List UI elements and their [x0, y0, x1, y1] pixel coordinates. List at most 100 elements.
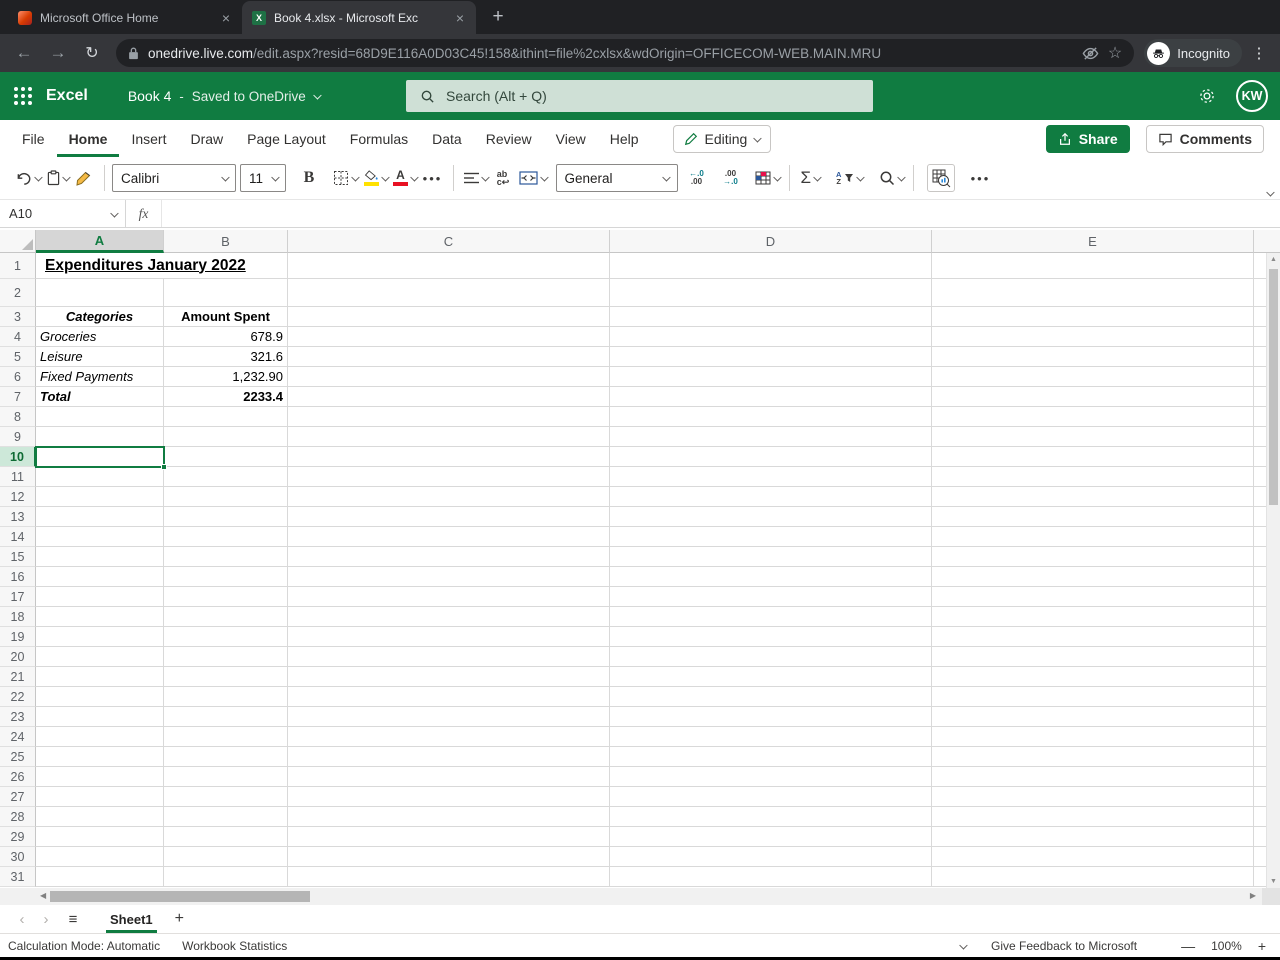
cell-C11[interactable] — [288, 467, 610, 487]
cell-A20[interactable] — [36, 647, 164, 667]
cell-B2[interactable] — [164, 279, 288, 307]
cell-D11[interactable] — [610, 467, 932, 487]
cell-C28[interactable] — [288, 807, 610, 827]
url-text[interactable]: onedrive.live.com/edit.aspx?resid=68D9E1… — [148, 46, 1073, 61]
share-button[interactable]: Share — [1045, 124, 1130, 153]
row-header-8[interactable]: 8 — [0, 407, 36, 427]
cell-B12[interactable] — [164, 487, 288, 507]
number-format-select[interactable]: General — [555, 164, 678, 192]
cell-E7[interactable] — [932, 387, 1254, 407]
row-header-7[interactable]: 7 — [0, 387, 36, 407]
row-header-28[interactable]: 28 — [0, 807, 36, 827]
cell-E10[interactable] — [932, 447, 1254, 467]
ribbon-tab-review[interactable]: Review — [474, 120, 544, 157]
cell-E8[interactable] — [932, 407, 1254, 427]
column-header-C[interactable]: C — [288, 230, 610, 253]
cell-C31[interactable] — [288, 867, 610, 887]
cell-D13[interactable] — [610, 507, 932, 527]
sheet-tab-sheet1[interactable]: Sheet1 — [106, 905, 157, 933]
cell-A21[interactable] — [36, 667, 164, 687]
cell-E27[interactable] — [932, 787, 1254, 807]
add-sheet-button[interactable]: + — [175, 910, 184, 928]
cell-B29[interactable] — [164, 827, 288, 847]
insert-function-button[interactable]: fx — [126, 200, 162, 227]
cell-C25[interactable] — [288, 747, 610, 767]
chevron-down-icon[interactable] — [351, 173, 360, 182]
cell-B19[interactable] — [164, 627, 288, 647]
cell-D3[interactable] — [610, 307, 932, 327]
cell-D15[interactable] — [610, 547, 932, 567]
font-color-button[interactable]: A — [390, 163, 420, 193]
cell-B15[interactable] — [164, 547, 288, 567]
row-header-16[interactable]: 16 — [0, 567, 36, 587]
cell-D20[interactable] — [610, 647, 932, 667]
row-header-19[interactable]: 19 — [0, 627, 36, 647]
cell-E24[interactable] — [932, 727, 1254, 747]
cell-B24[interactable] — [164, 727, 288, 747]
tab-close-icon[interactable]: × — [452, 10, 468, 26]
cell-C22[interactable] — [288, 687, 610, 707]
document-name[interactable]: Book 4 — [128, 88, 172, 104]
cell-B9[interactable] — [164, 427, 288, 447]
cell-C6[interactable] — [288, 367, 610, 387]
cell-E19[interactable] — [932, 627, 1254, 647]
cell-E4[interactable] — [932, 327, 1254, 347]
cell-D1[interactable] — [610, 253, 932, 279]
chevron-down-icon[interactable] — [813, 173, 822, 182]
cell-A30[interactable] — [36, 847, 164, 867]
row-header-23[interactable]: 23 — [0, 707, 36, 727]
row-header-25[interactable]: 25 — [0, 747, 36, 767]
ribbon-tab-insert[interactable]: Insert — [119, 120, 178, 157]
cell-B20[interactable] — [164, 647, 288, 667]
cell-D18[interactable] — [610, 607, 932, 627]
cell-E28[interactable] — [932, 807, 1254, 827]
cell-B13[interactable] — [164, 507, 288, 527]
cell-B6[interactable]: 1,232.90 — [164, 367, 288, 387]
cell-C17[interactable] — [288, 587, 610, 607]
previous-sheet-icon[interactable]: ‹ — [10, 911, 34, 928]
cell-A9[interactable] — [36, 427, 164, 447]
active-cell-selection[interactable] — [35, 446, 167, 470]
cell-E12[interactable] — [932, 487, 1254, 507]
chevron-down-icon[interactable] — [897, 173, 906, 182]
eye-off-icon[interactable] — [1082, 45, 1099, 62]
bold-button[interactable]: B — [296, 163, 322, 193]
cell-E31[interactable] — [932, 867, 1254, 887]
undo-button[interactable] — [12, 163, 44, 193]
tab-close-icon[interactable]: × — [218, 10, 234, 26]
cell-C29[interactable] — [288, 827, 610, 847]
cell-E9[interactable] — [932, 427, 1254, 447]
chevron-down-icon[interactable] — [540, 173, 549, 182]
cell-C18[interactable] — [288, 607, 610, 627]
row-header-4[interactable]: 4 — [0, 327, 36, 347]
font-name-select[interactable]: Calibri — [112, 164, 236, 192]
cell-D26[interactable] — [610, 767, 932, 787]
cell-B5[interactable]: 321.6 — [164, 347, 288, 367]
browser-tab-excel[interactable]: X Book 4.xlsx - Microsoft Exc × — [242, 1, 476, 34]
cell-D22[interactable] — [610, 687, 932, 707]
cell-A11[interactable] — [36, 467, 164, 487]
reload-icon[interactable]: ↻ — [78, 43, 106, 63]
cell-C30[interactable] — [288, 847, 610, 867]
ribbon-tab-help[interactable]: Help — [598, 120, 651, 157]
cell-D2[interactable] — [610, 279, 932, 307]
browser-menu-icon[interactable]: ⋮ — [1248, 44, 1270, 62]
cell-A1[interactable]: Expenditures January 2022 — [36, 253, 246, 279]
status-chevron-icon[interactable] — [959, 940, 967, 949]
column-header-A[interactable]: A — [36, 230, 164, 253]
cell-D31[interactable] — [610, 867, 932, 887]
app-launcher-icon[interactable] — [0, 87, 46, 105]
cell-B11[interactable] — [164, 467, 288, 487]
zoom-out-button[interactable]: — — [1181, 938, 1195, 954]
row-header-9[interactable]: 9 — [0, 427, 36, 447]
cell-D6[interactable] — [610, 367, 932, 387]
row-header-2[interactable]: 2 — [0, 279, 36, 307]
cell-C2[interactable] — [288, 279, 610, 307]
cell-E13[interactable] — [932, 507, 1254, 527]
chevron-down-icon[interactable] — [62, 173, 70, 182]
fill-color-button[interactable] — [361, 163, 391, 193]
cell-D16[interactable] — [610, 567, 932, 587]
cell-A26[interactable] — [36, 767, 164, 787]
cell-A24[interactable] — [36, 727, 164, 747]
cell-C1[interactable] — [288, 253, 610, 279]
